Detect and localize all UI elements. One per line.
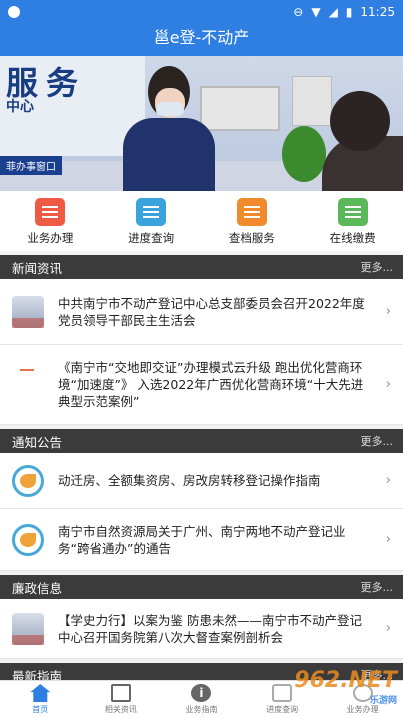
list-item[interactable]: 中共南宁市不动产登记中心总支部委员会召开2022年度党员领导干部民主生活会 › — [0, 279, 403, 345]
window-tag: 菲办事窗口 — [0, 156, 62, 175]
news-thumbnail — [12, 368, 44, 401]
battery-icon: ▮ — [345, 5, 353, 19]
list-item[interactable]: 《南宁市“交地即交证”办理模式云升级 跑出优化营商环境“加速度”》 入选2022… — [0, 345, 403, 425]
section-title: 新闻资讯 — [12, 260, 63, 276]
dnd-icon: ⊖ — [293, 5, 304, 19]
watermark-brand: 962.NET — [294, 668, 397, 693]
section-title: 廉政信息 — [12, 580, 63, 596]
clerk-figure — [118, 66, 218, 191]
printer — [292, 76, 332, 126]
tab-label: 业务指南 — [185, 705, 218, 714]
tab-label: 首页 — [32, 705, 49, 714]
quick-item-label: 业务办理 — [27, 231, 74, 245]
section-header-notice: 通知公告 更多... — [0, 429, 403, 453]
info-icon: i — [191, 684, 212, 702]
title-bar: 邕e登-不动产 — [0, 24, 403, 56]
status-bar: ⊖ ▼ ◢ ▮ 11:25 — [0, 0, 403, 24]
wifi-icon: ▼ — [311, 5, 321, 19]
news-icon — [110, 684, 131, 702]
more-link-news[interactable]: 更多... — [361, 259, 394, 275]
quick-item-label: 查档服务 — [228, 231, 275, 245]
tab-home[interactable]: 首页 — [0, 681, 81, 718]
list-item[interactable]: 动迁房、全额集资房、房改房转移登记操作指南 › — [0, 453, 403, 509]
chevron-right-icon: › — [385, 532, 391, 547]
more-link-notice[interactable]: 更多... — [361, 433, 394, 449]
notification-icon — [8, 6, 20, 18]
list-item[interactable]: 【学史力行】以案为鉴 防患未然——南宁市不动产登记中心召开国务院第八次大督查案例… — [0, 599, 403, 659]
watermark-logo: 962.NET 乐游网 — [294, 668, 397, 706]
tab-news[interactable]: 相关资讯 — [81, 681, 162, 718]
chevron-right-icon: › — [385, 473, 391, 488]
quick-item-progress[interactable]: 进度查询 — [101, 191, 202, 251]
chevron-right-icon: › — [385, 304, 391, 319]
app-title: 邕e登-不动产 — [153, 28, 250, 47]
quick-item-business[interactable]: 业务办理 — [0, 191, 101, 251]
quick-item-label: 在线缴费 — [329, 231, 376, 245]
tab-label: 进度查询 — [266, 705, 299, 714]
notice-logo-icon — [12, 523, 44, 556]
archive-icon — [236, 198, 267, 226]
list-item-title: 动迁房、全额集资房、房改房转移登记操作指南 — [58, 473, 321, 488]
chevron-right-icon: › — [385, 621, 391, 636]
search-doc-icon — [136, 198, 167, 226]
section-title: 通知公告 — [12, 434, 63, 450]
news-thumbnail — [12, 612, 44, 645]
chevron-right-icon: › — [385, 377, 391, 392]
list-item-title: 中共南宁市不动产登记中心总支部委员会召开2022年度党员领导干部民主生活会 — [58, 295, 365, 328]
visitor-head — [330, 91, 390, 151]
more-link-integrity[interactable]: 更多... — [361, 579, 394, 595]
wallet-icon — [337, 198, 368, 226]
edit-doc-icon — [35, 198, 66, 226]
section-header-integrity: 廉政信息 更多... — [0, 575, 403, 599]
quick-menu: 业务办理 进度查询 查档服务 在线缴费 — [0, 191, 403, 251]
tab-guide[interactable]: i 业务指南 — [161, 681, 242, 718]
sign-text-small: 中心 — [6, 99, 34, 115]
quick-item-label: 进度查询 — [128, 231, 175, 245]
plant — [282, 126, 326, 182]
banner-image[interactable]: 服务 中心 菲办事窗口 — [0, 56, 403, 191]
notice-logo-icon — [12, 464, 44, 497]
watermark-sub: 乐游网 — [369, 696, 397, 706]
list-item-title: 《南宁市“交地即交证”办理模式云升级 跑出优化营商环境“加速度”》 入选2022… — [58, 360, 364, 409]
signal-icon: ◢ — [328, 5, 338, 19]
quick-item-payment[interactable]: 在线缴费 — [302, 191, 403, 251]
tab-label: 相关资讯 — [104, 705, 137, 714]
progress-icon — [272, 684, 293, 702]
list-item-title: 【学史力行】以案为鉴 防患未然——南宁市不动产登记中心召开国务院第八次大督查案例… — [58, 612, 362, 645]
home-icon — [30, 684, 51, 702]
section-header-news: 新闻资讯 更多... — [0, 255, 403, 279]
list-item[interactable]: 南宁市自然资源局关于广州、南宁两地不动产登记业务“跨省通办”的通告 › — [0, 509, 403, 571]
clock: 11:25 — [360, 5, 395, 19]
news-thumbnail — [12, 295, 44, 328]
quick-item-archive[interactable]: 查档服务 — [202, 191, 303, 251]
list-item-title: 南宁市自然资源局关于广州、南宁两地不动产登记业务“跨省通办”的通告 — [58, 523, 346, 556]
